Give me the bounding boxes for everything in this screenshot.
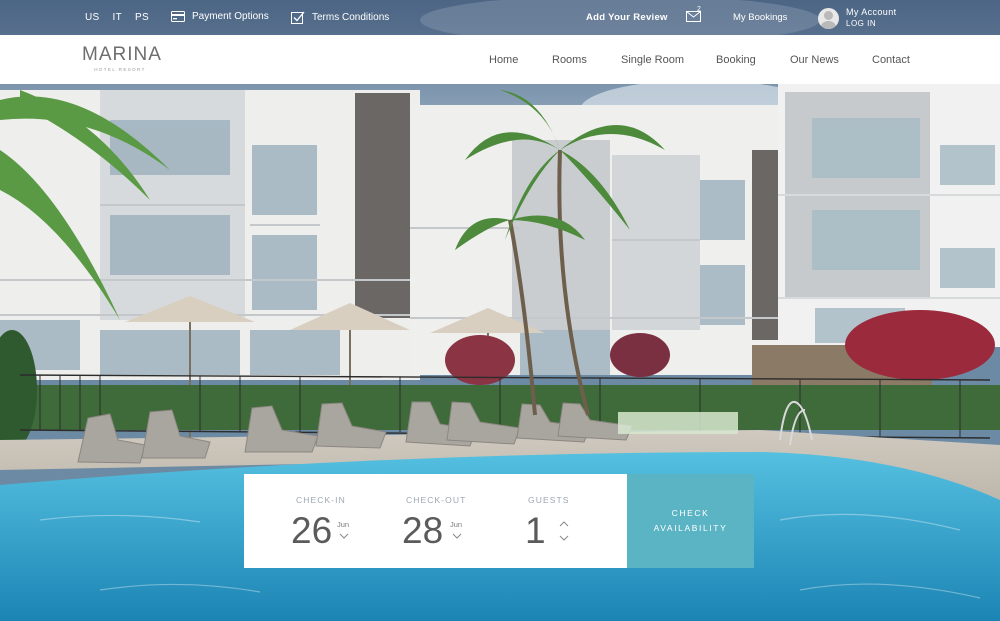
my-account-label: My Account (846, 7, 897, 17)
logo-tagline: HOTEL RESORT (94, 67, 146, 72)
guests-field[interactable]: GUESTS 1 (525, 474, 595, 568)
language-it[interactable]: IT (113, 12, 123, 23)
check-availability-line1: CHECK (671, 508, 710, 518)
nav-single-room[interactable]: Single Room (621, 54, 684, 66)
my-bookings-label: My Bookings (733, 12, 788, 23)
payment-card-icon (171, 11, 185, 22)
guests-label: GUESTS (528, 495, 570, 505)
payment-options-link[interactable]: Payment Options (171, 11, 269, 22)
add-review-label: Add Your Review (586, 12, 668, 23)
chevron-down-icon[interactable] (452, 533, 462, 539)
checkin-month: Jun (337, 520, 350, 529)
main-navbar: MARINA HOTEL RESORT Home Rooms Single Ro… (0, 35, 1000, 84)
checkin-day: 26 (291, 510, 333, 551)
terms-conditions-link[interactable]: Terms Conditions (291, 10, 389, 24)
nav-our-news[interactable]: Our News (790, 54, 839, 66)
nav-rooms[interactable]: Rooms (552, 54, 587, 66)
mail-button[interactable]: 2 (686, 6, 701, 25)
chevron-down-icon[interactable] (559, 535, 569, 541)
site-logo[interactable]: MARINA HOTEL RESORT (82, 44, 162, 72)
user-avatar-icon (818, 7, 839, 29)
checkout-field[interactable]: CHECK-OUT 28 Jun (402, 474, 492, 568)
account-menu[interactable]: My Account LOG IN (818, 7, 897, 29)
check-availability-line2: AVAILABILITY (653, 523, 728, 533)
checkin-field[interactable]: CHECK-IN 26 Jun (291, 474, 381, 568)
language-ps[interactable]: PS (135, 12, 149, 23)
checkout-month: Jun (450, 520, 463, 529)
nav-home[interactable]: Home (489, 54, 518, 66)
check-availability-button[interactable]: CHECK AVAILABILITY (627, 474, 754, 568)
checkout-day: 28 (402, 510, 444, 551)
terms-checkbox-icon (291, 11, 305, 24)
top-utility-bar: US IT PS Payment Options Terms Condition… (0, 0, 1000, 35)
language-switcher: US IT PS (85, 12, 162, 23)
checkin-label: CHECK-IN (296, 495, 346, 505)
checkout-label: CHECK-OUT (406, 495, 467, 505)
terms-conditions-label: Terms Conditions (312, 11, 390, 23)
add-review-link[interactable]: Add Your Review (586, 12, 668, 23)
chevron-down-icon[interactable] (339, 533, 349, 539)
payment-options-label: Payment Options (192, 11, 269, 22)
language-us[interactable]: US (85, 12, 100, 23)
chevron-up-icon[interactable] (559, 521, 569, 527)
nav-contact[interactable]: Contact (872, 54, 910, 66)
logo-name: MARINA (82, 44, 162, 65)
mail-count-badge: 2 (697, 6, 701, 13)
guests-count: 1 (525, 510, 546, 551)
nav-booking[interactable]: Booking (716, 54, 756, 66)
booking-widget: CHECK-IN 26 Jun CHECK-OUT 28 Jun GUESTS … (244, 474, 754, 568)
my-bookings-link[interactable]: My Bookings (733, 12, 787, 23)
login-label[interactable]: LOG IN (846, 18, 897, 29)
